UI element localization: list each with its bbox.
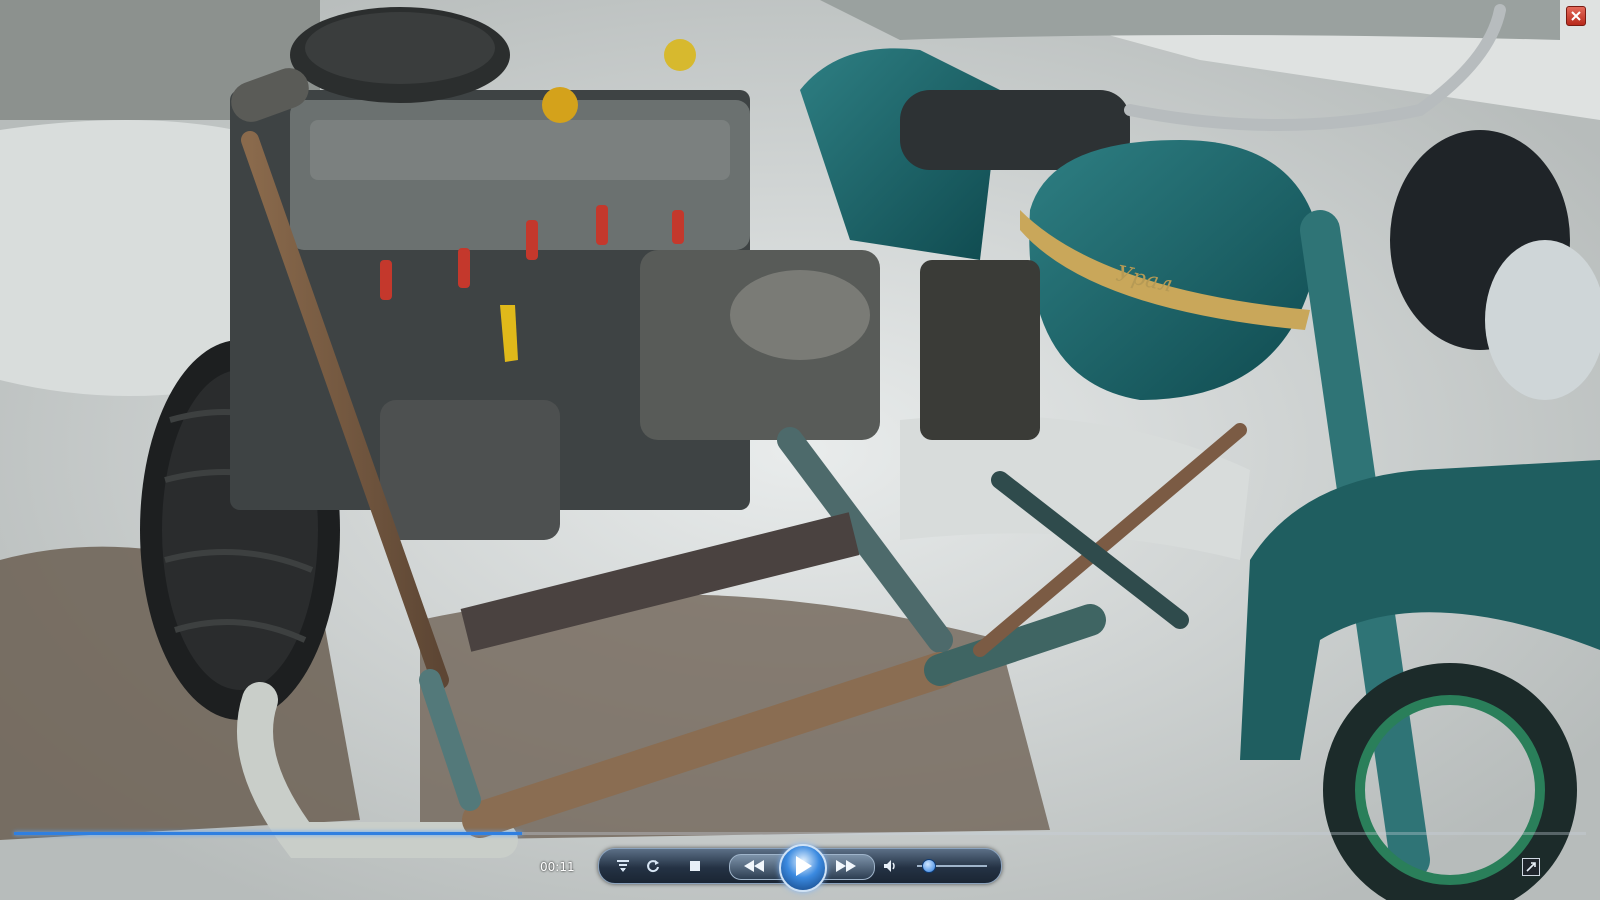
volume-thumb[interactable] [921,859,936,873]
next-icon [836,860,856,872]
playlist-icon [617,860,629,872]
stop-icon [690,861,700,871]
next-button[interactable] [831,858,861,874]
fullscreen-button[interactable] [1522,858,1540,876]
elapsed-time: 00:11 [540,860,575,874]
mute-button[interactable] [881,857,899,875]
repeat-button[interactable] [643,856,663,876]
seek-bar[interactable] [14,832,1586,835]
playlist-button[interactable] [613,856,633,876]
fullscreen-icon [1526,862,1536,872]
close-button[interactable] [1566,6,1586,26]
play-button[interactable] [779,844,827,892]
repeat-icon [647,860,659,873]
media-player: Урал 00:11 [0,0,1600,900]
previous-button[interactable] [739,858,769,874]
play-icon [796,856,812,876]
close-icon [1571,11,1581,21]
transport-controls [598,844,1002,892]
stop-button[interactable] [687,858,703,874]
previous-icon [744,860,764,872]
video-frame: Урал [0,0,1600,900]
seek-progress [14,832,522,835]
speaker-icon [884,860,895,872]
